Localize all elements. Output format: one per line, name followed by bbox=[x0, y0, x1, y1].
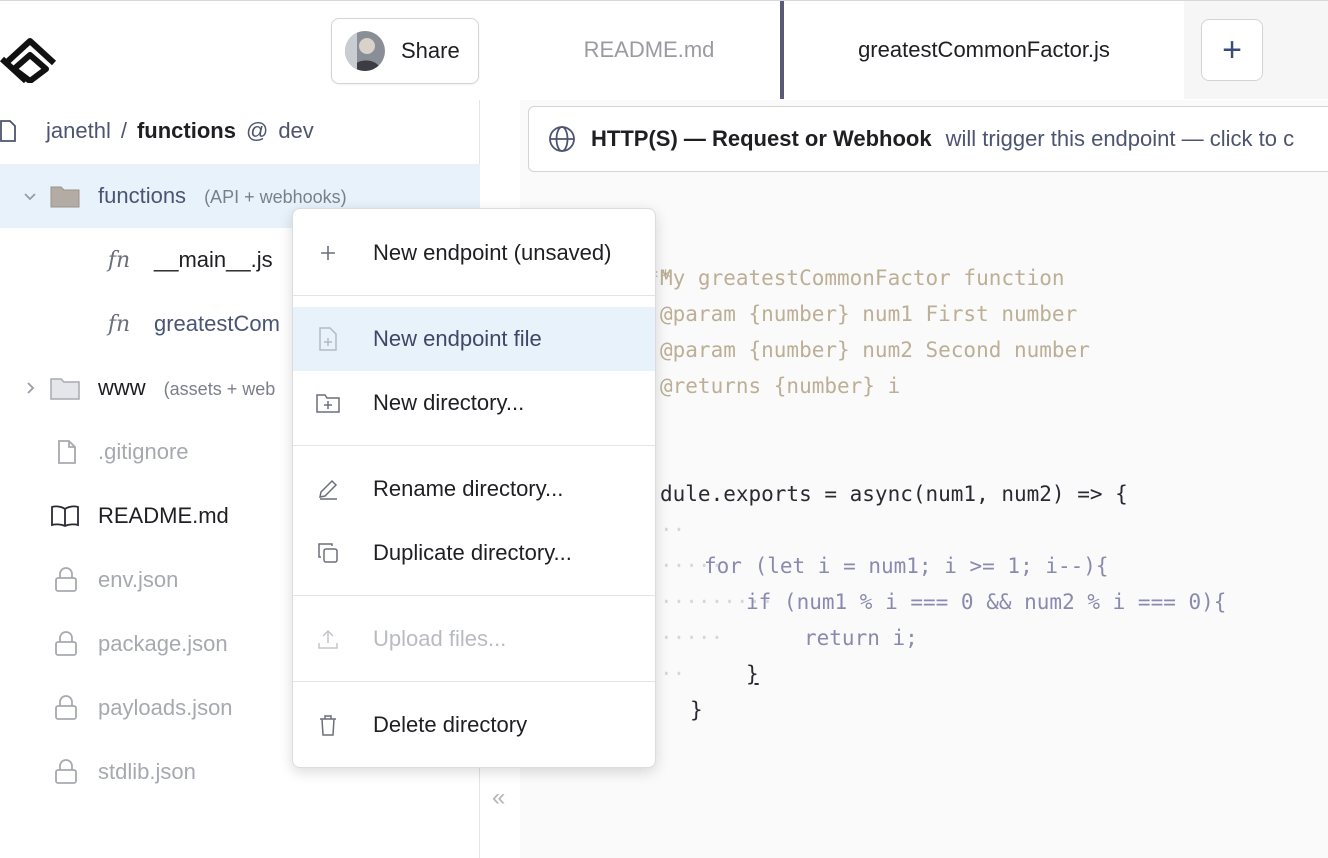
tree-item-label: greatestCom bbox=[154, 311, 280, 336]
menu-item-new-endpoint-file[interactable]: New endpoint file bbox=[293, 307, 655, 371]
top-bar: Share README.md greatestCommonFactor.js … bbox=[0, 0, 1328, 100]
tree-item-label: env.json bbox=[98, 567, 179, 592]
globe-icon bbox=[549, 126, 575, 152]
file-icon bbox=[0, 120, 16, 142]
breadcrumb-project[interactable]: functions bbox=[137, 118, 236, 144]
plus-icon bbox=[315, 240, 341, 266]
menu-item-upload-files: Upload files... bbox=[293, 607, 655, 671]
lock-icon bbox=[51, 629, 81, 659]
lock-icon bbox=[51, 757, 81, 787]
tab-readme[interactable]: README.md bbox=[518, 1, 780, 99]
chevron-down-icon[interactable] bbox=[22, 188, 38, 204]
menu-divider bbox=[293, 445, 655, 446]
fn-icon: fn bbox=[107, 311, 131, 337]
folder-icon bbox=[50, 181, 80, 211]
tree-item-hint: (assets + web bbox=[163, 379, 276, 399]
tree-item-label: .gitignore bbox=[98, 439, 189, 464]
breadcrumb: janethl / functions @ dev bbox=[0, 116, 314, 146]
tree-item-label: payloads.json bbox=[98, 695, 233, 720]
tree-item-label: README.md bbox=[98, 503, 229, 528]
breadcrumb-sep: / bbox=[120, 118, 127, 143]
file-icon bbox=[52, 437, 82, 467]
trash-icon bbox=[315, 712, 341, 738]
menu-divider bbox=[293, 681, 655, 682]
chevron-right-icon[interactable] bbox=[22, 380, 38, 396]
trigger-description: will trigger this endpoint — click to c bbox=[945, 126, 1295, 151]
add-tab-button[interactable]: + bbox=[1201, 19, 1263, 81]
menu-item-duplicate-directory[interactable]: Duplicate directory... bbox=[293, 521, 655, 585]
share-button[interactable]: Share bbox=[331, 18, 479, 84]
collapse-sidebar-button[interactable]: « bbox=[492, 784, 505, 812]
duplicate-icon bbox=[315, 540, 341, 566]
code-return: return i; bbox=[804, 626, 918, 650]
avatar bbox=[345, 31, 385, 71]
tree-item-label: functions (API + webhooks) bbox=[98, 183, 347, 208]
trigger-bar[interactable]: HTTP(S) — Request or Webhook will trigge… bbox=[528, 106, 1328, 172]
tab-greatest-common-factor[interactable]: greatestCommonFactor.js bbox=[780, 1, 1184, 99]
lock-icon bbox=[51, 565, 81, 595]
new-file-icon bbox=[315, 326, 341, 352]
folder-icon bbox=[50, 373, 80, 403]
menu-item-rename-directory[interactable]: Rename directory... bbox=[293, 457, 655, 521]
menu-item-delete-directory[interactable]: Delete directory bbox=[293, 693, 655, 757]
tree-item-hint: (API + webhooks) bbox=[204, 187, 347, 207]
new-folder-icon bbox=[315, 390, 341, 416]
tree-item-label: stdlib.json bbox=[98, 759, 196, 784]
code-for-loop: for (let i = num1; i >= 1; i--){ bbox=[704, 554, 1109, 578]
autocode-logo-icon[interactable] bbox=[0, 23, 60, 83]
menu-item-new-directory[interactable]: New directory... bbox=[293, 371, 655, 435]
code-module-exports: dule.exports = async(num1, num2) => { bbox=[660, 482, 1128, 506]
breadcrumb-at: @ bbox=[245, 118, 269, 143]
fn-icon: fn bbox=[107, 247, 131, 273]
tree-item-label: __main__.js bbox=[154, 247, 273, 272]
breadcrumb-env[interactable]: dev bbox=[278, 118, 313, 144]
menu-item-new-endpoint-unsaved[interactable]: New endpoint (unsaved) bbox=[293, 221, 655, 285]
menu-divider bbox=[293, 595, 655, 596]
trigger-title: HTTP(S) — Request or Webhook bbox=[591, 126, 932, 151]
tree-item-label: package.json bbox=[98, 631, 228, 656]
context-menu: New endpoint (unsaved) New endpoint file… bbox=[292, 208, 656, 768]
lock-icon bbox=[51, 693, 81, 723]
menu-divider bbox=[293, 295, 655, 296]
tree-item-label: www (assets + web bbox=[98, 375, 276, 400]
pencil-icon bbox=[315, 476, 341, 502]
book-icon bbox=[50, 501, 80, 531]
upload-icon bbox=[315, 626, 341, 652]
code-if: if (num1 % i === 0 && num2 % i === 0){ bbox=[746, 590, 1227, 614]
share-label: Share bbox=[401, 38, 460, 63]
breadcrumb-user[interactable]: janethl bbox=[46, 118, 111, 144]
